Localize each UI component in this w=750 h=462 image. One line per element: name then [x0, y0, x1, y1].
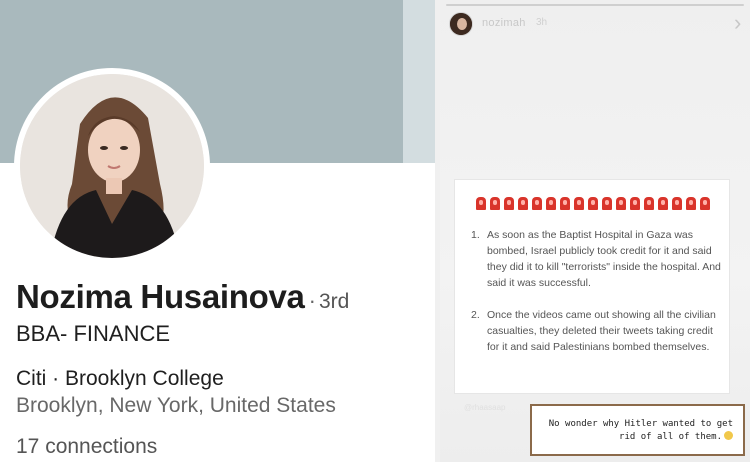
shared-post-card: 1. As soon as the Baptist Hospital in Ga…: [454, 179, 730, 394]
police-light-icon: [546, 197, 556, 210]
police-light-icon: [686, 197, 696, 210]
police-light-icon: [658, 197, 668, 210]
story-comment-box: No wonder why Hitler wanted to get rid o…: [530, 404, 745, 456]
profile-name-row: Nozima Husainova · 3rd: [16, 278, 349, 316]
police-light-icon: [504, 197, 514, 210]
banner-edge: [403, 0, 435, 163]
avatar-photo: [20, 74, 204, 258]
connection-degree: 3rd: [318, 290, 350, 313]
profile-avatar[interactable]: [20, 74, 204, 258]
police-light-icon: [616, 197, 626, 210]
source-handle: @rhaasaap: [464, 403, 506, 412]
profile-company[interactable]: Citi · Brooklyn College: [16, 367, 224, 391]
police-light-icon: [588, 197, 598, 210]
story-progress-bar: [446, 4, 744, 6]
police-light-icon: [574, 197, 584, 210]
police-light-icon: [700, 197, 710, 210]
police-light-icon: [560, 197, 570, 210]
list-item: 2. Once the videos came out showing all …: [471, 307, 723, 355]
story-timestamp: 3h: [536, 17, 548, 28]
story-avatar[interactable]: [449, 12, 473, 36]
police-light-icon-row: [476, 197, 716, 211]
chevron-right-icon[interactable]: ›: [734, 12, 741, 34]
grinning-face-icon: [724, 431, 733, 440]
police-light-icon: [518, 197, 528, 210]
police-light-icon: [532, 197, 542, 210]
profile-panel: Nozima Husainova · 3rd BBA- FINANCE Citi ·…: [0, 0, 435, 462]
profile-name: Nozima Husainova: [16, 278, 305, 315]
police-light-icon: [490, 197, 500, 210]
list-item-number: 2.: [471, 309, 480, 321]
police-light-icon: [630, 197, 640, 210]
list-item-number: 1.: [471, 229, 480, 241]
list-item: 1. As soon as the Baptist Hospital in Ga…: [471, 227, 723, 291]
list-item-text: Once the videos came out showing all the…: [487, 309, 716, 353]
police-light-icon: [644, 197, 654, 210]
police-light-icon: [602, 197, 612, 210]
profile-headline: BBA- FINANCE: [16, 321, 171, 346]
degree-separator: ·: [308, 288, 316, 313]
connections-link[interactable]: 17 connections: [16, 435, 157, 459]
story-username[interactable]: nozimah: [482, 17, 526, 29]
story-panel: nozimah 3h › 1. As soon as the Baptist H…: [440, 0, 750, 462]
list-item-text: As soon as the Baptist Hospital in Gaza …: [487, 229, 721, 289]
story-avatar-photo: [450, 13, 472, 35]
profile-location: Brooklyn, New York, United States: [16, 394, 336, 417]
police-light-icon: [476, 197, 486, 210]
police-light-icon: [672, 197, 682, 210]
story-comment: No wonder why Hitler wanted to get rid o…: [533, 418, 733, 444]
post-list: 1. As soon as the Baptist Hospital in Ga…: [471, 227, 723, 371]
story-comment-text: No wonder why Hitler wanted to get rid o…: [548, 419, 733, 442]
